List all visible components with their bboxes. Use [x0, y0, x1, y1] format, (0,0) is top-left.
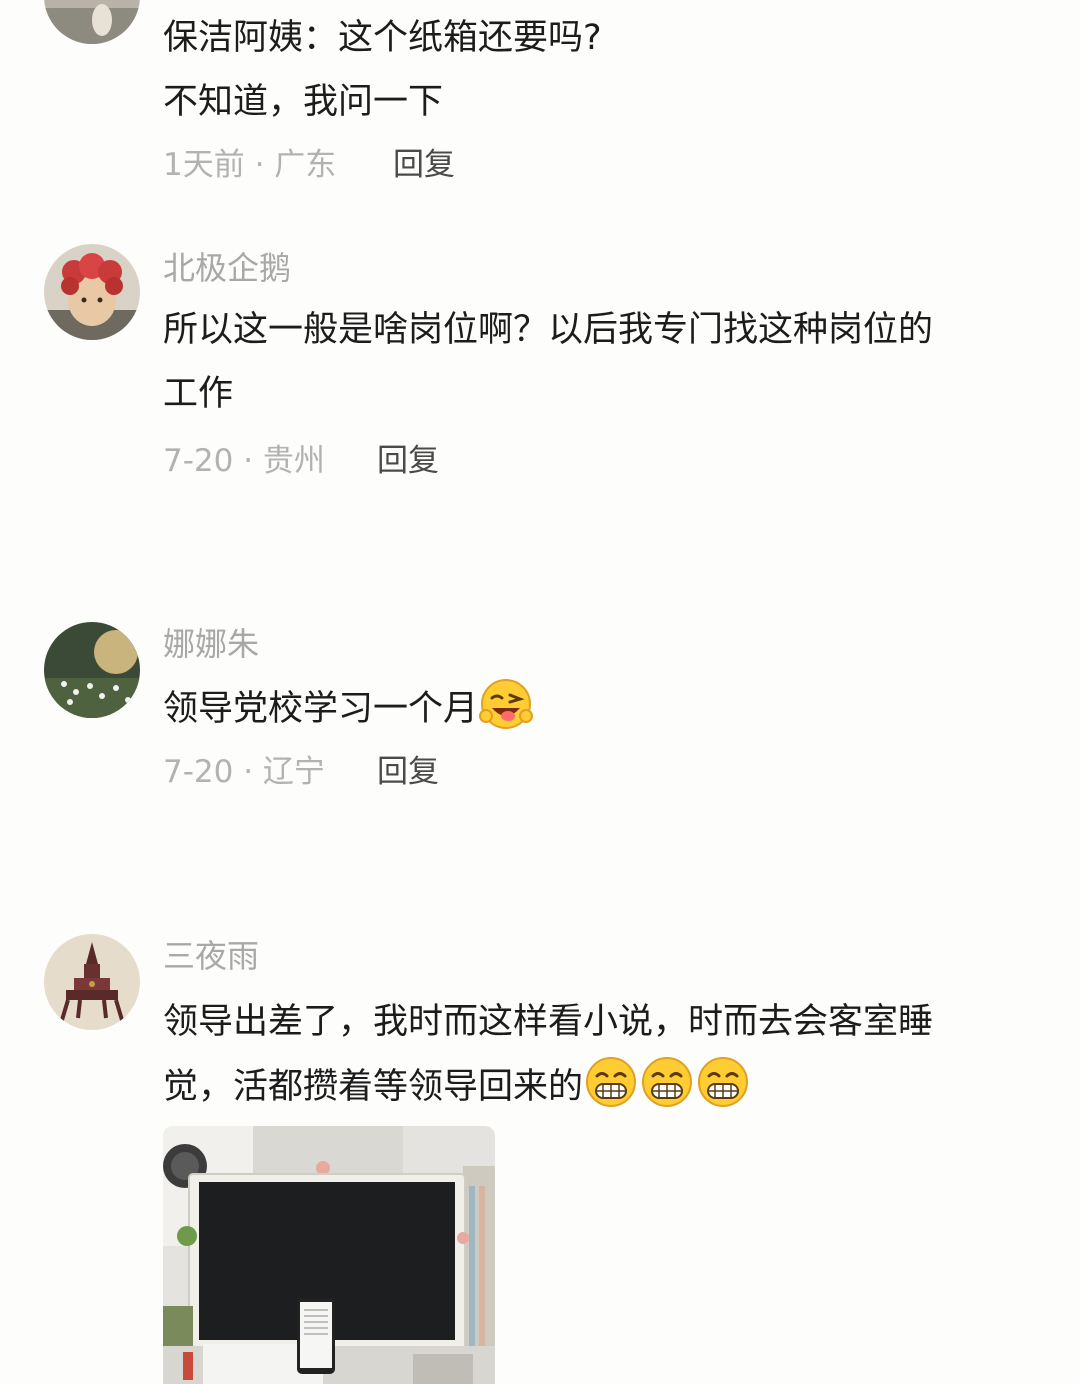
comment-text: 领导党校学习一个月 — [163, 676, 1043, 741]
user-avatar[interactable] — [44, 244, 140, 340]
comment-text-line: 领导出差了，我时而这样看小说，时而去会客室睡 — [163, 1002, 934, 1042]
comment-meta: 1天前 · 广东 — [163, 147, 337, 183]
grin-emoji-icon — [583, 1054, 639, 1110]
comment-text-content: 觉，活都攒着等领导回来的 — [163, 1067, 584, 1107]
reply-button[interactable]: 回复 — [377, 752, 439, 792]
comment-text: 所以这一般是啥岗位啊？以后我专门找这种岗位的 工作 — [163, 298, 1043, 426]
reply-button[interactable]: 回复 — [393, 145, 455, 185]
comment-text: 保洁阿姨：这个纸箱还要吗? 不知道，我问一下 — [163, 6, 1043, 134]
comment-text-line: 不知道，我问一下 — [163, 82, 444, 122]
user-avatar[interactable] — [44, 622, 140, 718]
user-avatar[interactable] — [44, 0, 140, 44]
user-avatar[interactable] — [44, 934, 140, 1030]
comment-text-line: 工作 — [163, 374, 234, 414]
comment-text-line: 保洁阿姨：这个纸箱还要吗? — [163, 18, 602, 58]
comment-text-line: 觉，活都攒着等领导回来的 — [163, 1054, 1043, 1119]
grin-emoji-icon — [695, 1054, 751, 1110]
comment-list: 保洁阿姨：这个纸箱还要吗? 不知道，我问一下 1天前 · 广东 回复 北极企鹅 … — [0, 0, 1080, 1384]
comment-text-line: 所以这一般是啥岗位啊？以后我专门找这种岗位的 — [163, 310, 934, 350]
username[interactable]: 三夜雨 — [163, 936, 259, 976]
grin-emoji-icon — [639, 1054, 695, 1110]
comment-text: 领导出差了，我时而这样看小说，时而去会客室睡 觉，活都攒着等领导回来的 — [163, 990, 1043, 1119]
comment-text-content: 领导党校学习一个月 — [163, 689, 479, 729]
reply-button[interactable]: 回复 — [377, 441, 439, 481]
comment-meta: 7-20 · 辽宁 — [163, 754, 325, 790]
wink-tongue-emoji-icon — [478, 676, 534, 732]
username[interactable]: 北极企鹅 — [163, 248, 291, 288]
comment-text-line: 领导党校学习一个月 — [163, 676, 1043, 741]
username[interactable]: 娜娜朱 — [163, 624, 259, 664]
comment-meta: 7-20 · 贵州 — [163, 443, 325, 479]
comment-image-attachment[interactable] — [163, 1126, 495, 1384]
